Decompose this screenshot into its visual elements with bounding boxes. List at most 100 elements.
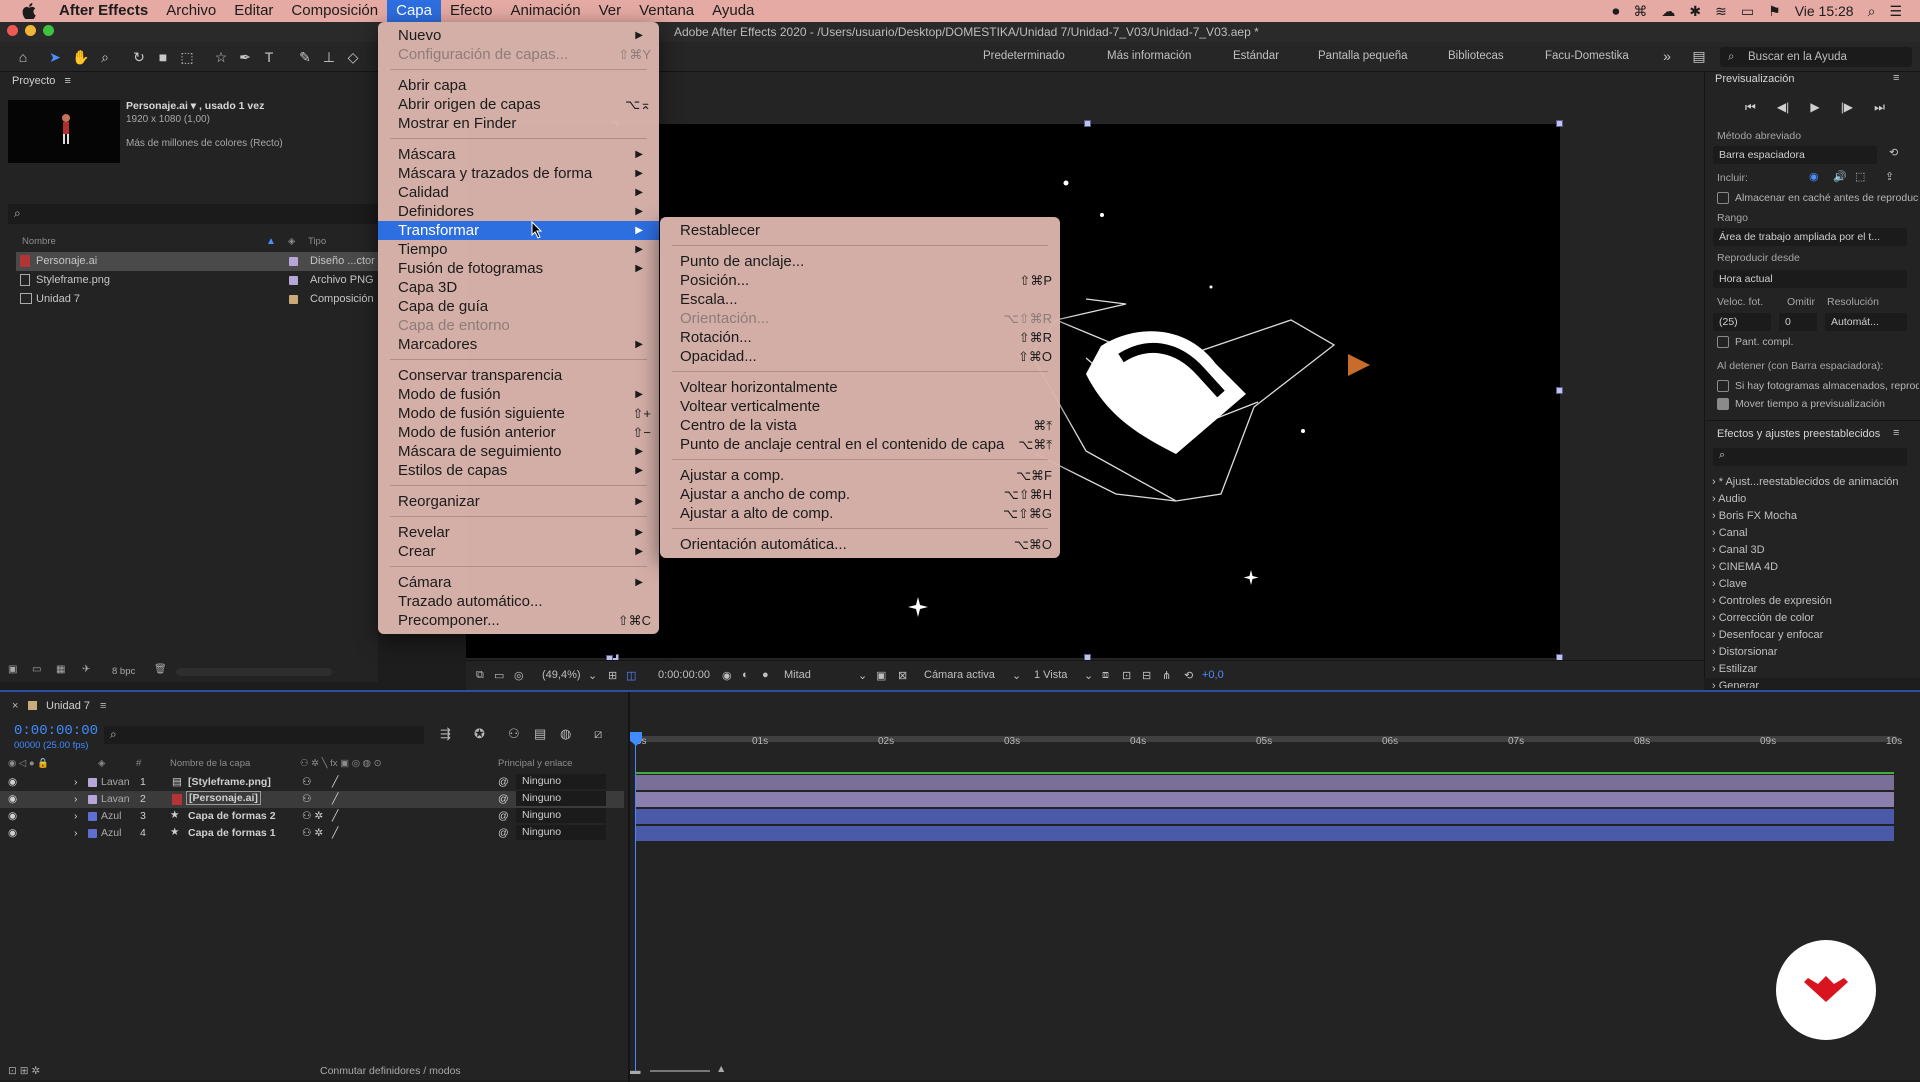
label-swatch[interactable] xyxy=(289,257,298,266)
effects-category[interactable]: › Clave xyxy=(1712,578,1747,590)
workspace-pantalla-pequena[interactable]: Pantalla pequeña xyxy=(1318,50,1408,62)
effects-category[interactable]: › Estilizar xyxy=(1712,663,1757,675)
pen-tool-icon[interactable]: ✒ xyxy=(236,48,254,66)
workspace-estandar[interactable]: Estándar xyxy=(1233,50,1279,62)
capa-menu-item[interactable]: Máscara de seguimiento ▶ xyxy=(378,442,659,461)
channel-icon[interactable]: ● xyxy=(762,669,769,681)
capa-menu-item[interactable]: Conservar transparencia xyxy=(378,366,659,385)
viewer-zoom-dropdown[interactable]: (49,4%) xyxy=(542,669,581,681)
menu-ventana[interactable]: Ventana xyxy=(630,0,703,22)
effects-category[interactable]: › Canal 3D xyxy=(1712,544,1765,556)
column-name-header[interactable]: Nombre xyxy=(22,236,56,250)
transform-menu-item[interactable]: Voltear verticalmente xyxy=(660,397,1060,416)
selection-tool-icon[interactable]: ➤ xyxy=(46,48,64,66)
expand-chevron-icon[interactable]: › xyxy=(74,776,78,788)
shortcut-dropdown[interactable]: Barra espaciadora xyxy=(1713,146,1877,164)
label-swatch[interactable] xyxy=(88,778,97,787)
effects-category[interactable]: › Controles de expresión xyxy=(1712,595,1832,607)
layer-duration-bar[interactable] xyxy=(636,809,1894,824)
expand-chevron-icon[interactable]: › xyxy=(74,827,78,839)
viewer-time[interactable]: 0:00:00:00 xyxy=(658,669,710,681)
pick-whip-icon[interactable]: @ xyxy=(498,827,509,839)
capa-menu-item[interactable]: Modo de fusión anterior ⇧− xyxy=(378,423,659,442)
label-swatch[interactable] xyxy=(289,276,298,285)
exposure-value[interactable]: +0,0 xyxy=(1202,669,1224,681)
transform-menu-item[interactable]: Centro de la vista ⌘⤒ xyxy=(660,416,1060,435)
menu-efecto[interactable]: Efecto xyxy=(441,0,502,22)
menu-ver[interactable]: Ver xyxy=(590,0,631,22)
last-frame-icon[interactable]: ⏭ xyxy=(1874,100,1885,115)
capa-menu-item[interactable]: Revelar ▶ xyxy=(378,523,659,542)
capa-menu-item[interactable]: Máscara y trazados de forma ▶ xyxy=(378,164,659,183)
play-icon[interactable]: ▶ xyxy=(1810,100,1819,115)
panel-menu-icon[interactable]: ≡ xyxy=(1893,72,1899,84)
parent-link-header[interactable]: Principal y enlace xyxy=(498,758,572,769)
capa-menu-item[interactable]: Capa 3D xyxy=(378,278,659,297)
quality-switch-icon[interactable]: ╱ xyxy=(332,827,338,839)
project-item[interactable]: Styleframe.png Archivo PNG xyxy=(16,271,378,290)
transform-menu-item[interactable]: Ajustar a comp. ⌥⌘F xyxy=(660,466,1060,485)
pick-whip-icon[interactable]: @ xyxy=(498,793,509,805)
always-preview-icon[interactable]: ⧉ xyxy=(476,669,484,682)
grid-icon[interactable]: ⊞ xyxy=(608,669,617,682)
visibility-eye-icon[interactable]: ◉ xyxy=(8,810,17,822)
reset-exposure-icon[interactable]: ⟲ xyxy=(1184,669,1193,682)
camera-dropdown[interactable]: Cámara activa xyxy=(924,669,995,681)
transform-handle[interactable] xyxy=(1556,120,1563,127)
capa-menu-item[interactable]: Mostrar en Finder xyxy=(378,114,659,133)
resolution-dropdown[interactable]: Automát... xyxy=(1825,313,1907,331)
graph-editor-icon[interactable]: ⧄ xyxy=(594,726,602,742)
capa-menu-item[interactable]: Capa de guía xyxy=(378,297,659,316)
workspace-facu-domestika[interactable]: Facu-Domestika xyxy=(1545,50,1629,62)
close-tab-icon[interactable]: × xyxy=(12,700,18,712)
cache-checkbox[interactable] xyxy=(1717,192,1729,204)
trash-icon[interactable]: 🗑 xyxy=(154,664,167,675)
capa-menu-item[interactable]: Definidores ▶ xyxy=(378,202,659,221)
region-of-interest-icon[interactable]: ▣ xyxy=(876,669,886,682)
layer-name[interactable]: Capa de formas 1 xyxy=(188,827,276,839)
transform-menu-item[interactable]: Ajustar a alto de comp. ⌥⇧⌘G xyxy=(660,504,1060,523)
layer-name[interactable]: [Styleframe.png] xyxy=(188,776,271,788)
visibility-eye-icon[interactable]: ◉ xyxy=(8,793,17,805)
transform-menu-item[interactable]: Escala... xyxy=(660,290,1060,309)
project-item[interactable]: Personaje.ai Diseño ...ctor xyxy=(16,252,378,271)
layer-duration-bar[interactable] xyxy=(636,775,1894,790)
home-icon[interactable]: ⌂ xyxy=(14,48,32,66)
quality-switch-icon[interactable]: ╱ xyxy=(332,810,338,822)
expand-chevron-icon[interactable]: › xyxy=(74,793,78,805)
transform-menu-item[interactable]: Voltear horizontalmente xyxy=(660,378,1060,397)
command-icon[interactable]: ⌘ xyxy=(1633,3,1647,20)
shy-switch-icon[interactable]: ⚇ ✲ xyxy=(302,810,323,822)
workspace-bibliotecas[interactable]: Bibliotecas xyxy=(1448,50,1504,62)
visibility-eye-icon[interactable]: ◉ xyxy=(8,827,17,839)
app-menu[interactable]: After Effects xyxy=(50,0,157,22)
zoom-out-icon[interactable]: ▬ xyxy=(630,1065,641,1077)
thumbnail-size-slider[interactable] xyxy=(176,668,332,676)
menu-animacion[interactable]: Animación xyxy=(502,0,590,22)
effects-panel-title[interactable]: Efectos y ajustes preestablecidos xyxy=(1717,428,1880,440)
panel-menu-icon[interactable]: ≡ xyxy=(1893,427,1899,439)
effects-category[interactable]: › CINEMA 4D xyxy=(1712,561,1778,573)
effects-category[interactable]: › Canal xyxy=(1712,527,1747,539)
capa-menu-item[interactable]: Estilos de capas ▶ xyxy=(378,461,659,480)
capa-menu-item[interactable]: Calidad ▶ xyxy=(378,183,659,202)
label-swatch[interactable] xyxy=(88,795,97,804)
move-time-checkbox[interactable] xyxy=(1717,398,1729,410)
capa-menu-item[interactable]: Modo de fusión siguiente ⇧+ xyxy=(378,404,659,423)
previous-frame-icon[interactable]: ◀| xyxy=(1777,100,1789,115)
layer-row[interactable]: ◉ › Azul 3 ★ Capa de formas 2 ⚇ ✲ ╱ @ Ni… xyxy=(0,808,624,825)
snapshot-icon[interactable]: ◉ xyxy=(722,669,732,682)
fast-previews-icon[interactable]: ⊡ xyxy=(1122,669,1131,682)
shape-tool-icon[interactable]: ☆ xyxy=(212,48,230,66)
current-time-display[interactable]: 0:00:00:00 xyxy=(14,723,98,739)
workspace-panel-icon[interactable]: ▤ xyxy=(1690,47,1708,65)
chevron-down-icon[interactable]: ⌄ xyxy=(588,669,597,682)
motion-blur-icon[interactable]: ◍ xyxy=(560,726,571,742)
zoom-window-button[interactable] xyxy=(43,25,54,36)
external-output-icon[interactable]: ⇪ xyxy=(1885,170,1894,183)
menu-archivo[interactable]: Archivo xyxy=(157,0,225,22)
record-icon[interactable]: ⏺ xyxy=(1612,3,1619,20)
quality-switch-icon[interactable]: ╱ xyxy=(332,776,338,788)
next-frame-icon[interactable]: |▶ xyxy=(1841,100,1853,115)
capa-menu-item[interactable]: Fusión de fotogramas ▶ xyxy=(378,259,659,278)
